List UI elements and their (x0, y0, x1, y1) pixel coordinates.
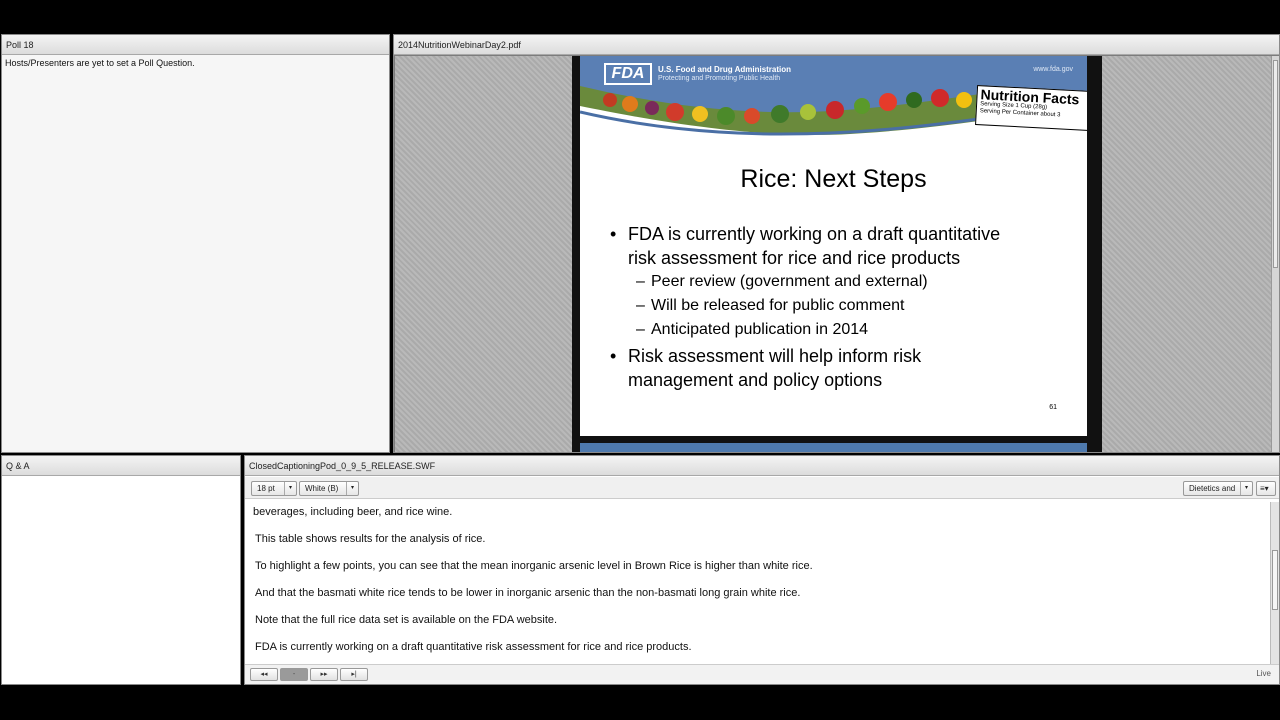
skip-to-end-button[interactable]: ▸| (340, 668, 368, 681)
slide-page-number: 61 (1049, 404, 1057, 411)
cc-pod-title[interactable]: ClosedCaptioningPod_0_9_5_RELEASE.SWF (245, 456, 1279, 476)
caption-line: This table shows results for the analysi… (255, 533, 486, 545)
slide-banner: FDA U.S. Food and Drug Administration Pr… (580, 56, 1087, 141)
bullet-text: risk assessment for rice and rice produc… (628, 248, 961, 268)
chevron-down-icon: ▾ (346, 482, 358, 495)
sub-bullet-text: Peer review (government and external) (651, 273, 928, 290)
bullet-dot: • (610, 346, 617, 366)
caption-text-area[interactable]: beverages, including beer, and rice wine… (245, 502, 1269, 666)
slide-title: Rice: Next Steps (740, 165, 927, 193)
bullet-dot: • (610, 224, 617, 244)
next-slide-preview (580, 443, 1087, 452)
agency-url: www.fda.gov (1033, 66, 1073, 73)
sub-bullet-text: Will be released for public comment (651, 297, 905, 314)
language-value: Dietetics and (1189, 484, 1236, 493)
font-size-value: 18 pt (257, 484, 275, 493)
qa-pod: Q & A (1, 455, 241, 685)
caption-line: beverages, including beer, and rice wine… (253, 506, 453, 518)
qa-pod-title[interactable]: Q & A (2, 456, 240, 476)
nutrition-facts-label: Nutrition Facts Serving Size 1 Cup (28g)… (975, 85, 1087, 131)
sub-bullet-dash: – (636, 273, 645, 290)
fda-logo: FDA (604, 63, 652, 85)
options-menu-button[interactable]: ≡▾ (1256, 481, 1276, 496)
font-size-dropdown[interactable]: 18 pt ▾ (251, 481, 297, 496)
slide-stage: FDA U.S. Food and Drug Administration Pr… (395, 56, 1271, 452)
sub-bullet-dash: – (636, 297, 645, 314)
bullet-text: FDA is currently working on a draft quan… (628, 224, 1001, 244)
color-dropdown[interactable]: White (B) ▾ (299, 481, 359, 496)
slide: FDA U.S. Food and Drug Administration Pr… (580, 56, 1087, 436)
caption-line: FDA is currently working on a draft quan… (255, 641, 692, 653)
bullet-text: management and policy options (628, 370, 883, 390)
poll-pod: Poll 18 Hosts/Presenters are yet to set … (1, 34, 390, 453)
sub-bullet-text: Anticipated publication in 2014 (651, 321, 869, 338)
color-value: White (B) (305, 484, 339, 493)
bullet-item: • Risk assessment will help inform risk … (610, 344, 1070, 392)
poll-message: Hosts/Presenters are yet to set a Poll Q… (5, 58, 195, 68)
poll-pod-title[interactable]: Poll 18 (2, 35, 389, 55)
sub-bullet-item: – Anticipated publication in 2014 (610, 318, 1070, 342)
caption-nav-bar: ◂◂ - ▸▸ ▸| Live (245, 664, 1279, 684)
slide-frame: FDA U.S. Food and Drug Administration Pr… (572, 56, 1102, 452)
bullet-item: • FDA is currently working on a draft qu… (610, 222, 1070, 270)
chevron-down-icon: ▾ (284, 482, 296, 495)
share-pod-title[interactable]: 2014NutritionWebinarDay2.pdf (394, 35, 1279, 55)
live-status: Live (1256, 669, 1271, 678)
sub-bullet-item: – Peer review (government and external) (610, 270, 1070, 294)
bullet-text: Risk assessment will help inform risk (628, 346, 922, 366)
chevron-down-icon: ▾ (1240, 482, 1252, 495)
agency-name: U.S. Food and Drug Administration (658, 65, 792, 74)
caption-line: To highlight a few points, you can see t… (255, 560, 813, 572)
caption-line: Note that the full rice data set is avai… (255, 614, 558, 626)
sub-bullet-dash: – (636, 321, 645, 338)
agency-tagline: Protecting and Promoting Public Health (658, 75, 781, 82)
pause-button[interactable]: - (280, 668, 308, 681)
caption-vertical-scrollbar[interactable] (1270, 502, 1279, 666)
share-pod: 2014NutritionWebinarDay2.pdf FDA U.S. Fo… (393, 34, 1280, 453)
forward-button[interactable]: ▸▸ (310, 668, 338, 681)
language-dropdown[interactable]: Dietetics and ▾ (1183, 481, 1253, 496)
sub-bullet-item: – Will be released for public comment (610, 294, 1070, 318)
cc-toolbar: 18 pt ▾ White (B) ▾ Dietetics and ▾ ≡▾ (245, 477, 1279, 499)
cc-pod: ClosedCaptioningPod_0_9_5_RELEASE.SWF 18… (244, 455, 1280, 685)
caption-line: And that the basmati white rice tends to… (255, 587, 801, 599)
rewind-button[interactable]: ◂◂ (250, 668, 278, 681)
share-vertical-scrollbar[interactable] (1271, 56, 1279, 452)
scrollbar-thumb[interactable] (1272, 550, 1278, 610)
menu-icon: ≡▾ (1260, 484, 1269, 493)
scrollbar-thumb[interactable] (1273, 60, 1278, 268)
slide-bullets: • FDA is currently working on a draft qu… (610, 222, 1070, 392)
